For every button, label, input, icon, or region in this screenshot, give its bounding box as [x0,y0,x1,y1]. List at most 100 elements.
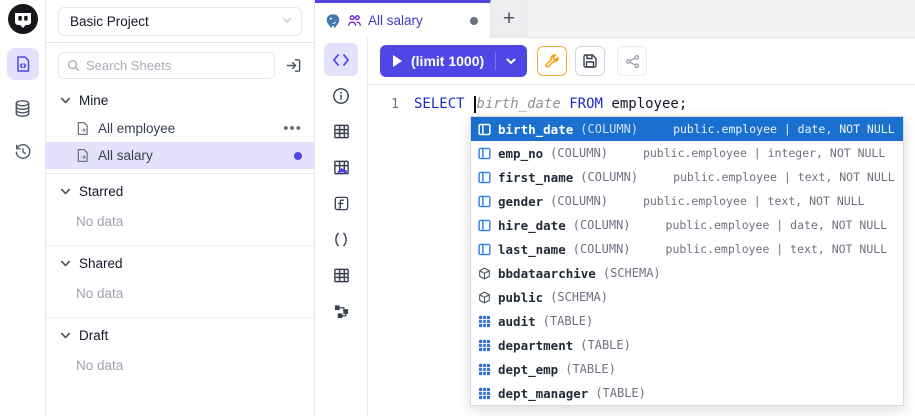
autocomplete-option-bbdataarchive[interactable]: bbdataarchive(SCHEMA) [471,261,903,285]
sidebar-section-draft: DraftNo data [46,317,314,389]
share-sheet-button[interactable] [617,46,647,76]
bytebase-logo-icon[interactable] [8,4,38,34]
option-kind: (TABLE) [565,362,616,376]
option-detail: public.employee | integer, NOT NULL [643,146,885,160]
option-name: dept_manager [498,386,588,401]
sidebar-header: Basic Project [46,0,314,43]
table-icon [478,387,491,400]
autocomplete-option-birth_date[interactable]: birth_date(COLUMN)public.employee | date… [471,117,903,141]
option-detail: public.employee | text, NOT NULL [666,242,888,256]
sheet-label: All salary [98,148,153,163]
empty-placeholder: No data [46,206,314,241]
editor-content: (limit 1000) [368,38,915,416]
section-header-shared[interactable]: Shared [46,248,314,278]
strip-item-table[interactable] [324,115,358,148]
autocomplete-option-public[interactable]: public(SCHEMA) [471,285,903,309]
sidebar: Basic Project Mine All employee ••• All sal… [46,0,315,416]
tab-label: All salary [368,13,423,28]
table-icon [478,315,491,328]
run-query-button[interactable]: (limit 1000) [380,45,527,77]
empty-placeholder: No data [46,350,314,385]
main-area: All salary + (limit 1000) [315,0,915,416]
table-schema-icon [333,159,350,176]
more-actions-icon[interactable]: ••• [283,125,302,133]
sql-keyword-select: SELECT [414,96,465,112]
option-name: last_name [498,242,566,257]
autocomplete-option-dept_emp[interactable]: dept_emp (TABLE) [471,357,903,381]
column-icon [478,171,491,184]
autocomplete-option-first_name[interactable]: first_name(COLUMN)public.employee | text… [471,165,903,189]
postgres-icon [325,13,341,29]
project-select[interactable]: Basic Project [58,7,302,36]
save-sheet-button[interactable] [575,46,605,76]
rail-item-databases[interactable] [7,92,39,124]
editor-icon-strip [315,38,368,416]
run-options-chevron-icon[interactable] [505,55,517,67]
autocomplete-option-emp_no[interactable]: emp_no (COLUMN) public.employee | integer,… [471,141,903,165]
editor-toolbar: (limit 1000) [368,38,915,85]
new-tab-button[interactable]: + [491,0,528,37]
project-select-value: Basic Project [70,14,149,29]
sidebar-section-starred: StarredNo data [46,173,314,245]
option-name: dept_emp [498,362,558,377]
sidebar-section-shared: SharedNo data [46,245,314,317]
save-icon [582,53,598,69]
strip-item-code[interactable] [324,43,358,76]
table-grid-icon [333,267,350,284]
strip-item-brackets[interactable] [324,223,358,256]
file-code-icon [14,55,32,73]
sql-keyword-from: FROM [569,96,603,112]
active-sheet-dot [294,152,302,160]
sheet-item-all-employee[interactable]: All employee ••• [46,115,314,142]
schema-icon [478,291,491,304]
column-icon [478,195,491,208]
section-header-mine[interactable]: Mine [46,85,314,115]
option-kind: (COLUMN) [580,122,638,136]
option-kind: (TABLE) [595,386,646,400]
sheet-label: All employee [98,121,175,136]
autocomplete-option-hire_date[interactable]: hire_date(COLUMN)public.employee | date,… [471,213,903,237]
sql-editor[interactable]: 1 SELECT birth_date FROM employee; birth… [368,85,915,416]
search-sheets-input[interactable] [86,58,266,73]
option-name: department [498,338,573,353]
parentheses-icon [333,231,349,248]
option-detail: public.employee | date, NOT NULL [666,218,888,232]
autocomplete-option-gender[interactable]: gender(COLUMN)public.employee | text, NO… [471,189,903,213]
strip-item-flow[interactable] [324,295,358,328]
column-icon [478,147,491,160]
autocomplete-option-audit[interactable]: audit(TABLE) [471,309,903,333]
option-kind: (COLUMN) [550,146,608,160]
column-icon [478,243,491,256]
option-kind: (SCHEMA) [550,290,608,304]
column-icon [478,123,491,136]
section-label: Shared [79,256,123,271]
autocomplete-option-department[interactable]: department (TABLE) [471,333,903,357]
option-name: birth_date [498,122,573,137]
option-detail: public.employee | text, NOT NULL [643,194,865,208]
strip-item-info[interactable] [324,79,358,112]
run-limit-label: (limit 1000) [411,53,484,69]
editor-cursor [474,96,476,113]
import-sheet-icon[interactable] [283,55,304,76]
option-kind: (TABLE) [580,338,631,352]
chevron-down-icon [59,257,72,270]
section-header-starred[interactable]: Starred [46,176,314,206]
play-icon [393,55,402,67]
rail-item-sheets[interactable] [7,48,39,80]
run-split-divider [495,52,496,70]
tab-all-salary[interactable]: All salary [315,0,491,38]
format-sql-button[interactable] [537,46,567,76]
option-name: emp_no [498,146,543,161]
sheet-tree: MineAll employee•••All salaryStarredNo d… [46,83,314,416]
strip-item-er-diagram[interactable] [324,151,358,184]
rail-item-history[interactable] [7,136,39,168]
strip-item-function[interactable] [324,187,358,220]
section-header-draft[interactable]: Draft [46,320,314,350]
autocomplete-option-dept_manager[interactable]: dept_manager (TABLE) [471,381,903,405]
autocomplete-option-last_name[interactable]: last_name(COLUMN)public.employee | text,… [471,237,903,261]
option-kind: (COLUMN) [580,170,638,184]
function-icon [333,195,350,212]
strip-item-sheet-table[interactable] [324,259,358,292]
wrench-icon [544,53,560,69]
sheet-item-all-salary[interactable]: All salary [46,142,314,169]
